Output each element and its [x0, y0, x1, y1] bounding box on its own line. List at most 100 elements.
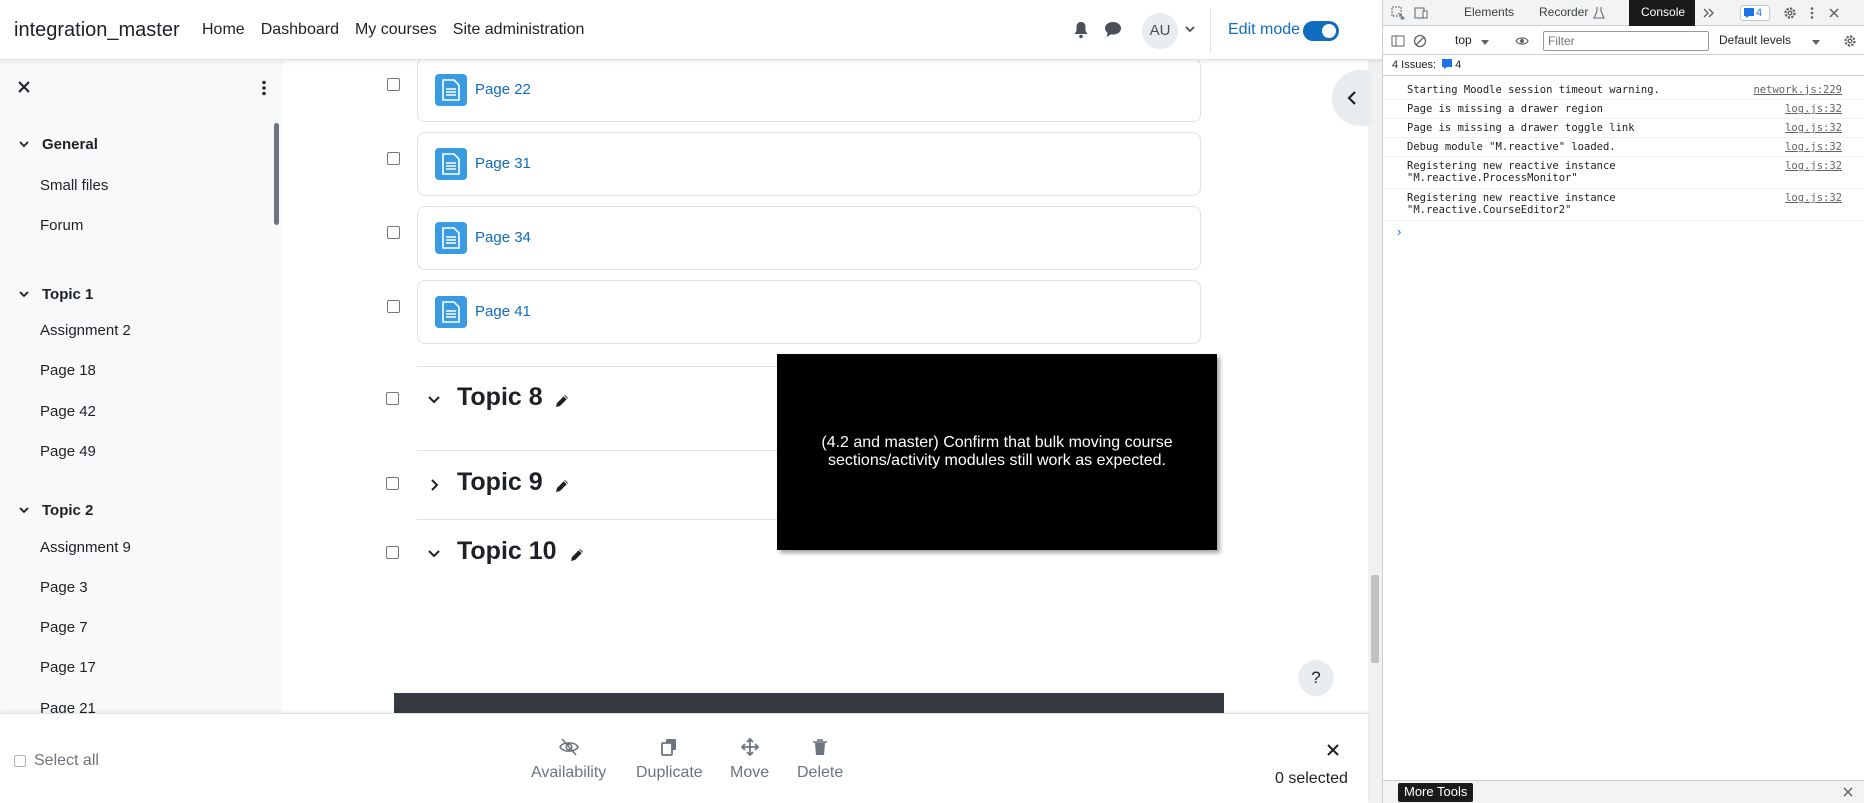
activity-checkbox[interactable] — [387, 152, 400, 165]
pencil-icon[interactable] — [554, 478, 570, 494]
nav-dashboard[interactable]: Dashboard — [261, 21, 339, 39]
devtools-tab-recorder[interactable]: Recorder — [1539, 5, 1588, 19]
edit-mode-toggle[interactable] — [1303, 21, 1339, 41]
course-index-section-general[interactable]: General — [0, 132, 98, 156]
chevron-right-icon[interactable] — [427, 478, 441, 492]
activity-checkbox[interactable] — [387, 78, 400, 91]
page-icon — [435, 74, 467, 106]
section-title[interactable]: General — [42, 136, 98, 153]
chevron-down-icon[interactable] — [18, 288, 30, 300]
caret-down-icon[interactable] — [1478, 35, 1492, 49]
chevron-down-icon[interactable] — [1183, 22, 1197, 36]
log-source-link[interactable]: log.js:32 — [1785, 192, 1842, 204]
activity-link[interactable]: Page 34 — [475, 229, 531, 246]
activity-checkbox[interactable] — [387, 300, 400, 313]
inspect-element-icon[interactable] — [1391, 6, 1405, 20]
activity-checkbox[interactable] — [387, 226, 400, 239]
more-tabs-icon[interactable] — [1702, 6, 1716, 20]
devtools-drawer-bar: More Tools — [1383, 780, 1864, 803]
sidebar-toggle-icon[interactable] — [1391, 34, 1405, 48]
drawer-scrollbar[interactable] — [274, 123, 279, 225]
devtools-tab-elements[interactable]: Elements — [1464, 5, 1514, 19]
edit-mode-label[interactable]: Edit mode — [1228, 21, 1300, 39]
course-index-item[interactable]: Assignment 2 — [40, 322, 131, 339]
bulk-availability-button[interactable]: Availability — [531, 738, 606, 782]
course-index-item[interactable]: Small files — [40, 177, 108, 194]
chevron-down-icon[interactable] — [427, 393, 441, 407]
chevron-down-icon[interactable] — [18, 138, 30, 150]
bulk-move-button[interactable]: Move — [730, 738, 769, 782]
close-icon[interactable] — [17, 80, 31, 94]
course-index-item[interactable]: Page 3 — [40, 579, 88, 596]
site-name[interactable]: integration_master — [14, 19, 180, 42]
bulk-action-label: Availability — [531, 764, 607, 781]
more-tools-tab[interactable]: More Tools — [1398, 783, 1474, 802]
course-index-item[interactable]: Page 21 — [40, 700, 96, 713]
test-instruction-overlay: (4.2 and master) Confirm that bulk movin… — [777, 354, 1217, 550]
nav-home[interactable]: Home — [202, 21, 245, 39]
course-index-section-topic-1[interactable]: Topic 1 — [0, 282, 93, 306]
console-prompt[interactable]: › — [1397, 224, 1401, 239]
section-checkbox[interactable] — [386, 546, 399, 559]
clear-console-icon[interactable] — [1413, 34, 1427, 48]
kebab-menu-icon[interactable] — [261, 80, 267, 96]
chevron-down-icon[interactable] — [427, 547, 441, 561]
eye-icon[interactable] — [1515, 34, 1529, 48]
section-title[interactable]: Topic 1 — [42, 286, 93, 303]
bulk-delete-button[interactable]: Delete — [797, 738, 843, 782]
context-selector[interactable]: top — [1455, 33, 1472, 47]
bulk-duplicate-button[interactable]: Duplicate — [636, 738, 703, 782]
section-checkbox[interactable] — [386, 392, 399, 405]
close-icon[interactable] — [1827, 6, 1841, 20]
log-source-link[interactable]: network.js:229 — [1753, 84, 1842, 96]
course-index-item[interactable]: Page 49 — [40, 443, 96, 460]
activity-link[interactable]: Page 22 — [475, 81, 531, 98]
close-icon[interactable] — [1327, 744, 1339, 756]
issues-badge[interactable]: 4 — [1740, 5, 1770, 21]
select-all-label[interactable]: Select all — [34, 752, 99, 770]
select-all-checkbox[interactable] — [14, 755, 26, 767]
log-source-link[interactable]: log.js:32 — [1785, 122, 1842, 134]
console-filter-input[interactable] — [1543, 31, 1709, 51]
user-avatar[interactable]: AU — [1142, 13, 1178, 49]
log-message: Registering new reactive instance "M.rea… — [1407, 192, 1616, 216]
bell-icon[interactable] — [1073, 21, 1089, 39]
section-title-topic-10[interactable]: Topic 10 — [457, 537, 557, 566]
scrollbar-thumb[interactable] — [1371, 575, 1379, 663]
nav-my-courses[interactable]: My courses — [355, 21, 437, 39]
course-index-item[interactable]: Page 18 — [40, 362, 96, 379]
issues-bar[interactable]: 4 Issues: 4 — [1383, 56, 1864, 76]
log-source-link[interactable]: log.js:32 — [1785, 160, 1842, 172]
course-index-item[interactable]: Forum — [40, 217, 83, 234]
activity-link[interactable]: Page 41 — [475, 303, 531, 320]
page-scrollbar[interactable] — [1368, 60, 1382, 803]
nav-site-administration[interactable]: Site administration — [453, 21, 585, 39]
gear-icon[interactable] — [1843, 34, 1857, 48]
device-toolbar-icon[interactable] — [1414, 6, 1428, 20]
chat-icon[interactable] — [1104, 21, 1122, 38]
course-index-item[interactable]: Page 17 — [40, 659, 96, 676]
section-title[interactable]: Topic 2 — [42, 502, 93, 519]
course-index-item[interactable]: Page 7 — [40, 619, 88, 636]
section-title-topic-9[interactable]: Topic 9 — [457, 468, 543, 497]
log-source-link[interactable]: log.js:32 — [1785, 141, 1842, 153]
course-index-item[interactable]: Page 42 — [40, 403, 96, 420]
eye-slash-icon — [558, 738, 579, 756]
log-levels-dropdown[interactable]: Default levels — [1719, 33, 1791, 47]
activity-link[interactable]: Page 31 — [475, 155, 531, 172]
section-checkbox[interactable] — [386, 477, 399, 490]
help-button[interactable]: ? — [1298, 660, 1334, 696]
pencil-icon[interactable] — [569, 547, 585, 563]
pencil-icon[interactable] — [554, 393, 570, 409]
chevron-down-icon[interactable] — [18, 504, 30, 516]
close-icon[interactable] — [1843, 787, 1853, 797]
caret-down-icon[interactable] — [1809, 35, 1823, 49]
devtools-tab-console[interactable]: Console — [1629, 0, 1695, 26]
log-source-link[interactable]: log.js:32 — [1785, 103, 1842, 115]
bulk-action-label: Delete — [797, 764, 844, 781]
course-index-section-topic-2[interactable]: Topic 2 — [0, 498, 93, 522]
gear-icon[interactable] — [1783, 6, 1797, 20]
section-title-topic-8[interactable]: Topic 8 — [457, 383, 543, 412]
kebab-menu-icon[interactable] — [1805, 6, 1819, 20]
course-index-item[interactable]: Assignment 9 — [40, 539, 131, 556]
